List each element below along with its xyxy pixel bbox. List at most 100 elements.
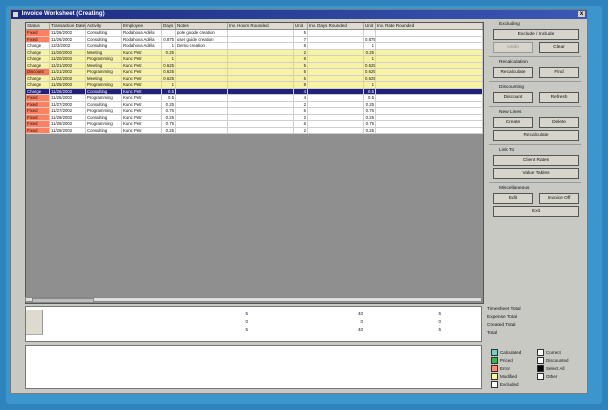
divider [489,106,581,107]
total-value: 5 [438,327,441,332]
totals-row: 5 40 5 [26,326,481,335]
value-tables-button[interactable]: Value Tables [493,168,579,179]
discounting-group-label: Discounting [499,85,525,90]
column-header-unit[interactable]: Unit [294,23,308,29]
totals-row: 5 40 5 [26,310,481,319]
legend-label: Calculated [500,350,522,355]
cell-unit[interactable]: 2 [294,127,308,134]
legend-item: Calculated [491,349,522,357]
legend-item: Discounted [537,357,569,365]
close-button[interactable]: x [578,11,585,17]
grid-header: Status Transaction Date Activity Employee Da… [26,23,483,30]
legend-label: Modified [500,374,518,379]
cell-notes[interactable] [176,127,228,134]
legend-label: Correct [546,350,561,355]
legend-swatch [491,381,498,389]
legend-item: Excluded [491,381,519,389]
total-label: Timesheet Total [487,307,521,312]
cell-inv-rate[interactable] [376,127,483,134]
total-value: 40 [357,311,363,316]
table-row[interactable]: Fixed 11/29/2002 Consulting Kunc Petr 0.25 2 0… [26,127,483,134]
column-header-notes[interactable]: Notes [176,23,228,29]
cell-inv-days[interactable] [308,127,364,134]
legend-item: Correct [537,349,561,357]
legend-label: Discounted [546,358,569,363]
legend-label: Error [500,366,510,371]
column-header-activity[interactable]: Activity [86,23,122,29]
window-title: Invoice Worksheet (Creating) [21,11,105,17]
discount-button[interactable]: Discount [493,92,533,103]
app-icon [13,12,18,17]
recalculation-group-label: Recalculation [499,60,528,65]
totals-grid: 5 40 5 0 0 0 5 40 5 [25,306,482,342]
recalculate-button[interactable]: Recalculate [493,67,533,78]
cell-inv-hours[interactable] [228,127,294,134]
undo-button[interactable]: Undo [493,42,533,53]
cell-activity[interactable]: Consulting [86,127,122,134]
column-header-inv-hours[interactable]: Inv. Hours Rounded [228,23,294,29]
recalculate-lines-button[interactable]: Recalculate [493,130,579,141]
action-panel: Excluding Exclude / Include Undo Clear R… [487,22,583,302]
miscellaneous-group-label: Miscellaneous [499,186,530,191]
column-header-status[interactable]: Status [26,23,50,29]
title-bar: Invoice Worksheet (Creating) x [11,10,587,19]
worksheet-grid[interactable]: Status Transaction Date Activity Employee Da… [25,22,484,304]
delete-button[interactable]: Delete [539,117,579,128]
legend-item: Other [537,373,558,381]
new-lines-group-label: New Lines [499,110,522,115]
refresh-button[interactable]: Refresh [539,92,579,103]
total-value: 5 [438,311,441,316]
divider [489,182,581,183]
cell-employee[interactable]: Kunc Petr [122,127,162,134]
legend-label: Excluded [500,382,519,387]
divider [489,81,581,82]
excluding-group-label: Excluding [499,22,520,27]
column-header-inv-days[interactable]: Inv. Days Rounded [308,23,364,29]
column-header-days[interactable]: Days [162,23,176,29]
total-label: Created Total [487,323,516,328]
legend-swatch [491,357,498,365]
legend-swatch [537,365,544,373]
total-label: Expense Total [487,315,518,320]
find-button[interactable]: Find [539,67,579,78]
column-header-employee[interactable]: Employee [122,23,162,29]
divider [489,144,581,145]
create-button[interactable]: Create [493,117,533,128]
cell-days[interactable]: 0.25 [162,127,176,134]
legend-label: Select All [546,366,565,371]
cell-status[interactable]: Fixed [26,127,50,134]
invoice-off-button[interactable]: Invoice Off [539,193,579,204]
client-rates-button[interactable]: Client Rates [493,155,579,166]
legend-swatch [491,373,498,381]
color-legend: Calculated Priced Error Modified Excluded Cor… [487,346,583,390]
edit-button[interactable]: Edit [493,193,533,204]
legend-item: Select All [537,365,565,373]
scrollbar-thumb[interactable] [32,298,94,303]
totals-row: 0 0 0 [26,318,481,327]
legend-label: Priced [500,358,513,363]
total-value: 5 [245,327,248,332]
divider [489,56,581,57]
total-value: 0 [438,319,441,324]
total-label: Total [487,331,498,336]
cell-unit2[interactable]: 0.25 [364,127,376,134]
column-header-date[interactable]: Transaction Date [50,23,86,29]
horizontal-scrollbar[interactable] [25,297,482,303]
legend-swatch [537,373,544,381]
total-value: 0 [360,319,363,324]
legend-item: Modified [491,373,518,381]
legend-swatch [537,357,544,365]
exit-button[interactable]: Exit [493,206,579,217]
total-value: 40 [357,327,363,332]
column-header-unit2[interactable]: Unit [364,23,376,29]
legend-item: Priced [491,357,513,365]
clear-button[interactable]: Clear [539,42,579,53]
legend-label: Other [546,374,558,379]
total-value: 0 [245,319,248,324]
legend-item: Error [491,365,510,373]
notes-area[interactable] [25,345,482,389]
cell-date[interactable]: 11/29/2002 [50,127,86,134]
exclude-include-button[interactable]: Exclude / Include [493,29,579,40]
column-header-inv-rate[interactable]: Inv. Rate Rounded [376,23,483,29]
legend-swatch [491,365,498,373]
